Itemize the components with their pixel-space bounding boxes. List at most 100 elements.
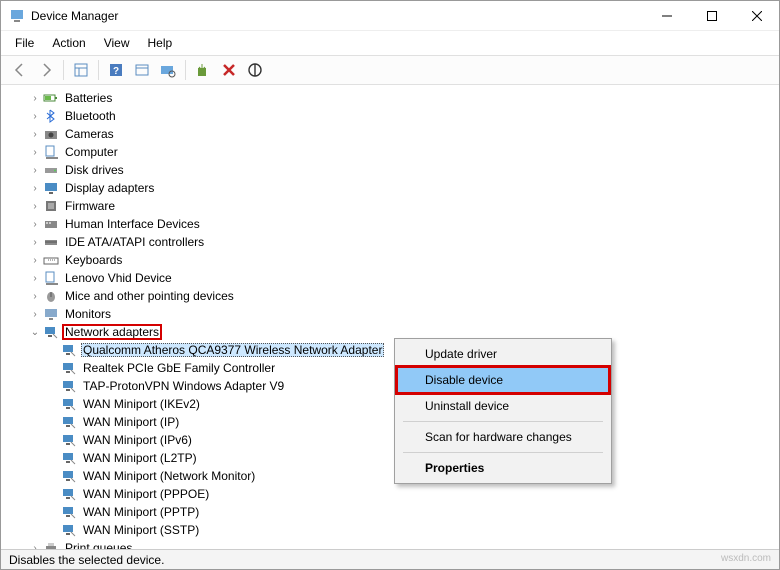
expand-arrow-icon[interactable]: › (27, 111, 43, 122)
ctx-disable-device[interactable]: Disable device (397, 367, 609, 393)
tree-item-label: Mice and other pointing devices (63, 289, 236, 303)
category-disk[interactable]: › Disk drives (1, 161, 779, 179)
expand-arrow-icon[interactable]: › (27, 147, 43, 158)
device-item[interactable]: Qualcomm Atheros QCA9377 Wireless Networ… (1, 341, 779, 359)
category-mouse[interactable]: › Mice and other pointing devices (1, 287, 779, 305)
disp-icon (43, 180, 59, 196)
expand-arrow-icon[interactable]: › (27, 183, 43, 194)
category-mon[interactable]: › Monitors (1, 305, 779, 323)
battery-icon (43, 90, 59, 106)
show-hide-tree-button[interactable] (70, 59, 92, 81)
device-item[interactable]: TAP-ProtonVPN Windows Adapter V9 (1, 377, 779, 395)
category-ide[interactable]: ›IDE ATA/ATAPI controllers (1, 233, 779, 251)
tree-item-label: WAN Miniport (PPPOE) (81, 487, 211, 501)
toolbar: ? (1, 55, 779, 85)
tree-item-label: WAN Miniport (PPTP) (81, 505, 201, 519)
uninstall-button[interactable] (218, 59, 240, 81)
disk-icon (43, 162, 59, 178)
expand-arrow-icon[interactable]: › (27, 237, 43, 248)
tree-item-label: Qualcomm Atheros QCA9377 Wireless Networ… (81, 343, 384, 357)
category-hid[interactable]: › Human Interface Devices (1, 215, 779, 233)
network-adapter-icon (61, 504, 77, 520)
maximize-button[interactable] (689, 1, 734, 30)
hid-icon (43, 216, 59, 232)
action-button[interactable] (131, 59, 153, 81)
device-item[interactable]: WAN Miniport (L2TP) (1, 449, 779, 467)
separator (403, 452, 603, 453)
expand-arrow-icon[interactable]: › (27, 309, 43, 320)
ctx-update-driver[interactable]: Update driver (397, 341, 609, 367)
category-bt[interactable]: › Bluetooth (1, 107, 779, 125)
back-button[interactable] (9, 59, 31, 81)
network-adapter-icon (61, 396, 77, 412)
category-fw[interactable]: › Firmware (1, 197, 779, 215)
device-item[interactable]: WAN Miniport (IPv6) (1, 431, 779, 449)
device-item[interactable]: WAN Miniport (Network Monitor) (1, 467, 779, 485)
svg-text:?: ? (113, 66, 119, 77)
tree-item-label: Firmware (63, 199, 117, 213)
expand-arrow-icon[interactable]: › (27, 129, 43, 140)
cam-icon (43, 126, 59, 142)
context-menu: Update driver Disable device Uninstall d… (394, 338, 612, 484)
tree-item-label: Human Interface Devices (63, 217, 202, 231)
separator (403, 421, 603, 422)
mouse-icon (43, 288, 59, 304)
tree-item-label: WAN Miniport (SSTP) (81, 523, 201, 537)
device-item[interactable]: Realtek PCIe GbE Family Controller (1, 359, 779, 377)
tree-item-label: WAN Miniport (IPv6) (81, 433, 194, 447)
network-adapter-icon (61, 378, 77, 394)
category-pc[interactable]: › Lenovo Vhid Device (1, 269, 779, 287)
pc-icon (43, 144, 59, 160)
close-button[interactable] (734, 1, 779, 30)
scan-hardware-button[interactable] (157, 59, 179, 81)
expand-arrow-icon[interactable]: › (27, 201, 43, 212)
ctx-properties[interactable]: Properties (397, 455, 609, 481)
device-item[interactable]: WAN Miniport (PPTP) (1, 503, 779, 521)
separator (185, 60, 186, 80)
help-button[interactable]: ? (105, 59, 127, 81)
tree-item-label: Batteries (63, 91, 114, 105)
tree-item-label: Disk drives (63, 163, 126, 177)
category-kb[interactable]: ›Keyboards (1, 251, 779, 269)
category-disp[interactable]: ›Display adapters (1, 179, 779, 197)
device-item[interactable]: WAN Miniport (PPPOE) (1, 485, 779, 503)
expand-arrow-icon[interactable]: › (27, 291, 43, 302)
app-icon (9, 8, 25, 24)
menu-help[interactable]: Help (140, 33, 181, 53)
network-adapter-icon (61, 414, 77, 430)
tree-item-label: Monitors (63, 307, 113, 321)
category-pc[interactable]: › Computer (1, 143, 779, 161)
device-tree[interactable]: ›Batteries›Bluetooth›Cameras›Computer›Di… (1, 85, 779, 553)
menu-action[interactable]: Action (44, 33, 93, 53)
device-item[interactable]: WAN Miniport (IKEv2) (1, 395, 779, 413)
category-battery[interactable]: › Batteries (1, 89, 779, 107)
tree-item-label: TAP-ProtonVPN Windows Adapter V9 (81, 379, 286, 393)
expand-arrow-icon[interactable]: › (27, 273, 43, 284)
minimize-button[interactable] (644, 1, 689, 30)
menu-file[interactable]: File (7, 33, 42, 53)
expand-arrow-icon[interactable]: › (27, 93, 43, 104)
menu-view[interactable]: View (96, 33, 138, 53)
device-item[interactable]: WAN Miniport (SSTP) (1, 521, 779, 539)
tree-item-label: Bluetooth (63, 109, 118, 123)
tree-item-label: Lenovo Vhid Device (63, 271, 174, 285)
watermark: wsxdn.com (721, 553, 771, 566)
network-adapter-icon (61, 468, 77, 484)
expand-arrow-icon[interactable]: › (27, 165, 43, 176)
disable-button[interactable] (244, 59, 266, 81)
expand-arrow-icon[interactable]: › (27, 219, 43, 230)
tree-item-label: Computer (63, 145, 120, 159)
ctx-scan-hardware[interactable]: Scan for hardware changes (397, 424, 609, 450)
device-item[interactable]: WAN Miniport (IP) (1, 413, 779, 431)
network-adapter-icon (61, 450, 77, 466)
tree-item-label: WAN Miniport (L2TP) (81, 451, 199, 465)
update-driver-button[interactable] (192, 59, 214, 81)
category-net[interactable]: ⌄Network adapters (1, 323, 779, 341)
status-bar: Disables the selected device. wsxdn.com (1, 549, 779, 569)
forward-button[interactable] (35, 59, 57, 81)
category-cam[interactable]: ›Cameras (1, 125, 779, 143)
ctx-uninstall-device[interactable]: Uninstall device (397, 393, 609, 419)
tree-item-label: Realtek PCIe GbE Family Controller (81, 361, 277, 375)
expand-arrow-icon[interactable]: › (27, 255, 43, 266)
expand-arrow-icon[interactable]: ⌄ (27, 327, 43, 338)
